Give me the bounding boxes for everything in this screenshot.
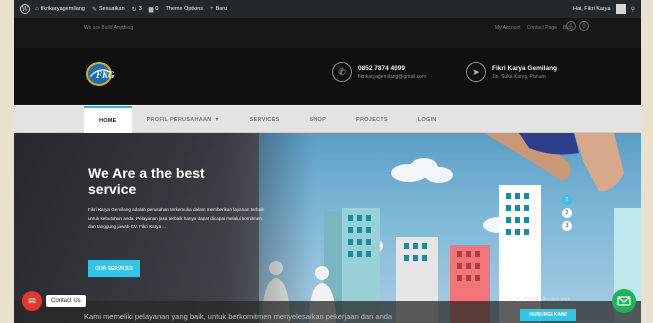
message-icon [617,296,631,306]
phone-icon: ✆ [332,62,352,82]
admin-comments-count: 0 [155,6,159,12]
nav-item-label: SHOP [309,116,327,123]
frame-left [0,0,14,323]
facebook-icon[interactable]: f [566,21,576,31]
admin-updates-link[interactable]: ↻ 3 [132,6,142,13]
company-name: Fikri Karya Gemilang [492,64,558,72]
nav-item-login[interactable]: LOGIN [403,106,452,133]
nav-item-profil-perusahaan[interactable]: PROFIL PERUSAHAAN ▼ [132,106,235,133]
wordpress-icon[interactable]: W [20,4,30,14]
slide-dot-1[interactable]: 1 [562,195,572,205]
company-address: Jln. Suka Karya, Panam [492,73,546,80]
admin-greeting[interactable]: Hai, Fikri Karya [573,6,611,12]
frame-right [641,0,653,323]
admin-comments-link[interactable]: ▆ 0 [149,6,159,13]
search-icon[interactable]: ⚲ [631,6,635,13]
admin-customize-label: Sesuaikan [98,6,125,12]
admin-theme-options-link[interactable]: Theme Options [165,6,203,12]
slide-dot-3[interactable]: 3 [562,221,572,231]
our-services-button[interactable]: OUR SERVICES [88,260,140,277]
nav-item-projects[interactable]: PROJECTS [341,106,403,133]
admin-bar: W ⌂ fikrikaryagemilang ✎ Sesuaikan ↻ 3 ▆… [14,0,641,18]
social-links: f ◎ [566,21,589,31]
updates-icon: ↻ [131,6,137,13]
nav-item-label: PROJECTS [356,116,388,123]
admin-theme-options-label: Theme Options [165,6,204,12]
chat-icon[interactable]: ✉ [22,291,42,311]
whatsapp-chat-button[interactable] [612,289,636,313]
hero-description: Fikri Karya Gemilang adalah perusahan te… [88,207,265,229]
slider-pagination: 1 2 3 [562,195,572,231]
address-block: ➤ Fikri Karya Gemilang Jln. Suka Karya, … [466,62,557,82]
top-links: My Account Contact Page Blog [495,25,573,31]
email-address[interactable]: fikrikaryagemilang@gmail.com [358,74,426,80]
top-link-contact-page[interactable]: Contact Page [527,25,557,31]
dashboard-icon: ⌂ [35,6,39,12]
hero-title: We Are a the best service [88,165,205,197]
phone-number[interactable]: 0852 7874 4099 [358,65,426,72]
avatar[interactable] [615,4,626,14]
nav-item-services[interactable]: SERVICES [235,106,295,133]
nav-item-label: LOGIN [417,116,437,123]
nav-item-label: SERVICES [249,116,280,123]
site-header: FKG ✆ 0852 7874 4099 fikrikaryagemilang@… [14,48,641,105]
nav-item-home[interactable]: HOME [84,106,132,133]
nav-item-label: PROFIL PERUSAHAAN [146,116,212,123]
services-caption: co, AC Ventilasi, structure work [508,296,571,301]
hubungi-kami-button[interactable]: HUBUNGI KAMI [520,309,576,321]
main-nav: HOME PROFIL PERUSAHAAN ▼ SERVICES SHOP PR… [14,106,641,133]
admin-new-link[interactable]: + Baru [210,6,227,12]
contact-us-label[interactable]: Contact Us [46,295,86,307]
site-tagline: We are Build Anything [84,25,134,31]
plus-icon: + [210,6,214,12]
slide-dot-2[interactable]: 2 [562,208,572,218]
comment-icon: ▆ [148,6,154,13]
logo-text: FKG [95,70,115,80]
top-bar: We are Build Anything My Account Contact… [14,18,641,48]
bottom-tagline: Kami memeliki pelayanan yang baik, untuk… [84,312,393,321]
nav-item-label: HOME [99,117,117,124]
admin-updates-count: 3 [138,6,142,12]
hero-slider: We Are a the best service Fikri Karya Ge… [14,133,641,323]
phone-block: ✆ 0852 7874 4099 fikrikaryagemilang@gmai… [332,62,426,82]
admin-site-name: fikrikaryagemilang [40,6,85,12]
nav-item-shop[interactable]: SHOP [294,106,341,133]
brush-icon: ✎ [91,6,97,13]
location-arrow-icon: ➤ [466,62,486,82]
page: W ⌂ fikrikaryagemilang ✎ Sesuaikan ↻ 3 ▆… [0,0,653,323]
instagram-icon[interactable]: ◎ [579,21,589,31]
site-logo[interactable]: FKG [84,61,128,87]
chevron-down-icon: ▼ [214,116,220,123]
admin-site-link[interactable]: ⌂ fikrikaryagemilang [35,6,85,12]
admin-new-label: Baru [215,6,228,12]
admin-customize-link[interactable]: ✎ Sesuaikan [92,6,125,13]
top-link-my-account[interactable]: My Account [495,25,521,31]
contact-us-widget[interactable]: ✉ Contact Us [22,291,86,311]
